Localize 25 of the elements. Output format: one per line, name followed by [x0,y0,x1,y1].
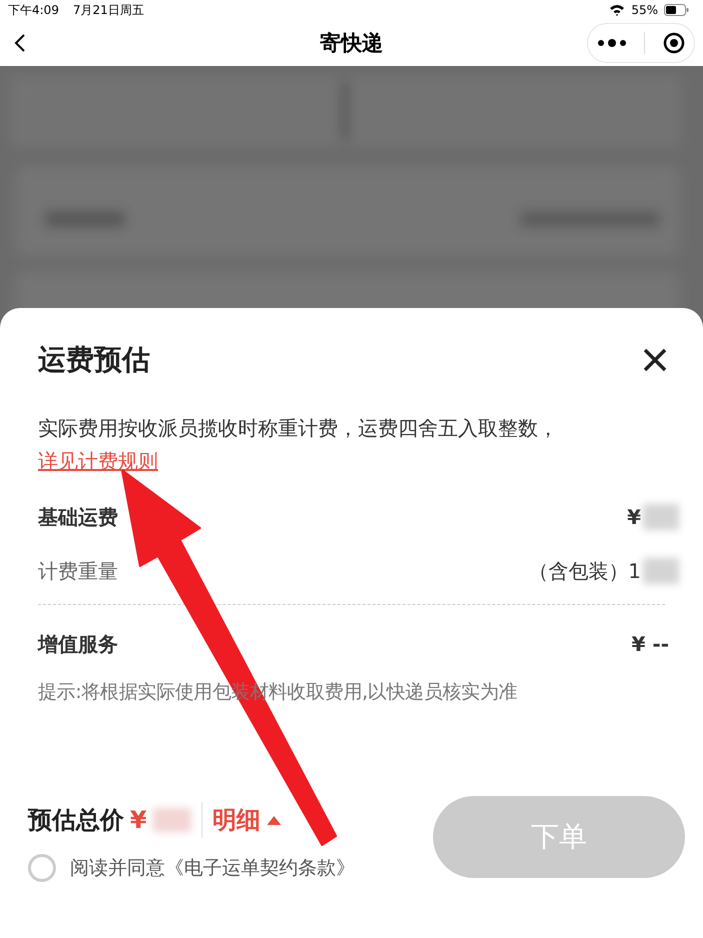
agreement-text[interactable]: 阅读并同意《电子运单契约条款》 [70,855,355,881]
fee-value: ¥ -- [632,632,669,656]
total-label: 预估总价 [28,805,124,836]
fee-note: 实际费用按收派员揽收时称重计费，运费四舍五入取整数， [38,416,558,440]
fee-value: ¥ [627,505,641,529]
battery-icon [664,4,689,16]
back-icon[interactable] [14,33,26,53]
detail-toggle[interactable]: 明细 [212,804,261,836]
agree-radio[interactable] [28,854,56,882]
wifi-icon [609,4,626,16]
close-icon[interactable] [643,348,667,372]
rules-link[interactable]: 详见计费规则 [38,449,158,473]
fee-label: 增值服务 [38,630,118,658]
fee-label: 计费重量 [38,558,118,584]
status-date: 7月21日周五 [72,2,144,18]
fee-label: 基础运费 [38,504,118,530]
fee-value: （含包装）1 [528,558,641,584]
target-icon[interactable] [663,32,686,54]
caret-up-icon[interactable] [266,816,281,824]
battery-percent: 55% [631,3,658,17]
more-icon[interactable] [596,38,627,48]
sheet-title: 运费预估 [38,342,150,378]
page-title: 寄快递 [320,30,383,57]
total-currency: ¥ [130,806,147,834]
status-time: 下午4:09 [8,2,59,18]
